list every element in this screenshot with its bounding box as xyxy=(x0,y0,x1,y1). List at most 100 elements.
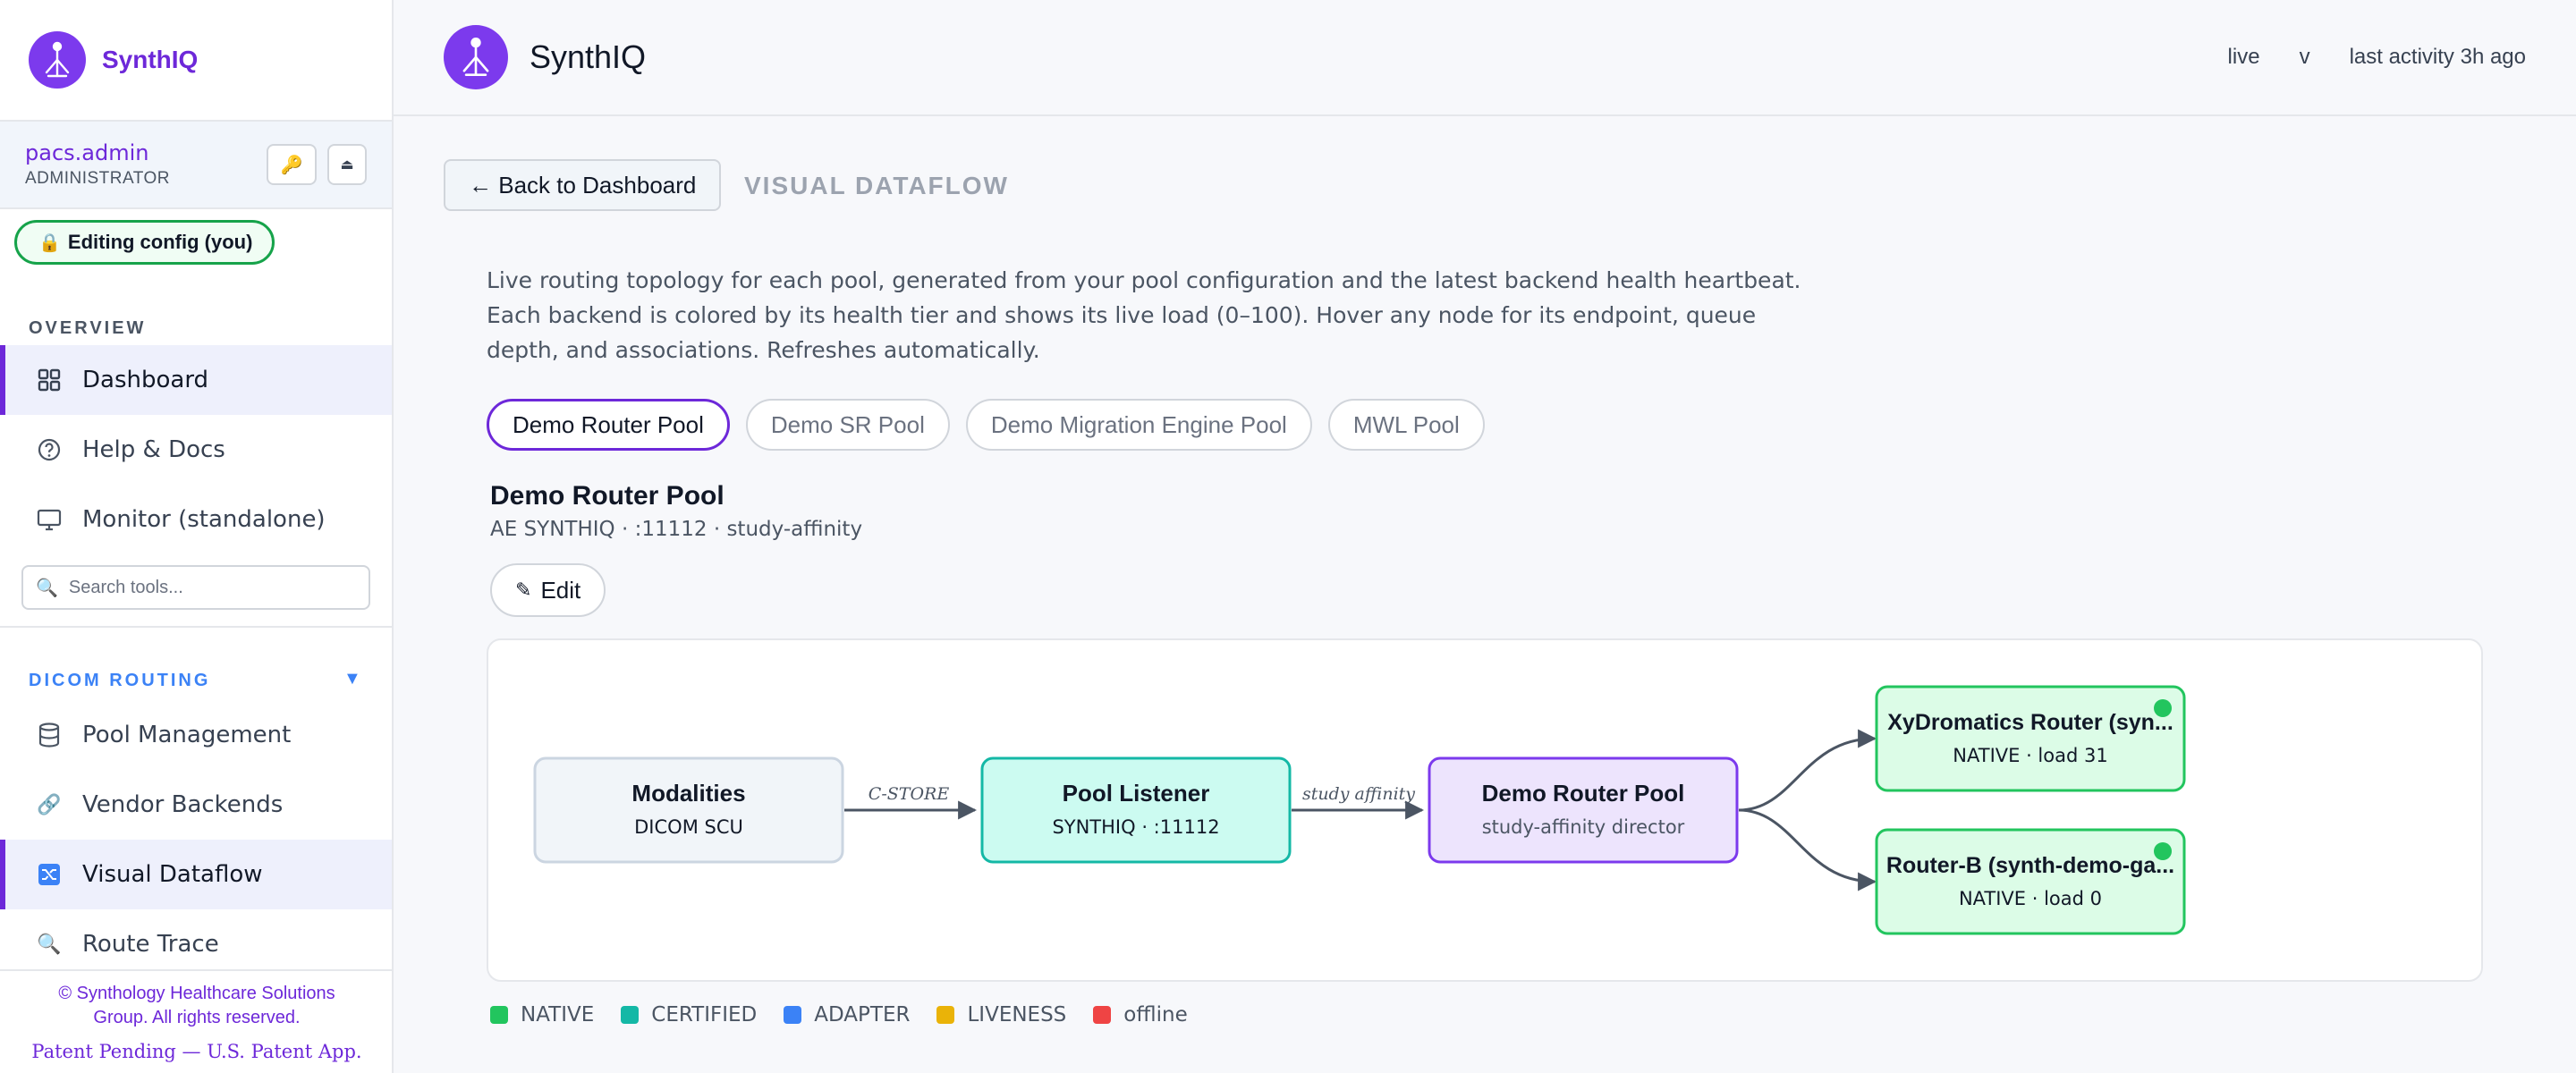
node-pool-listener[interactable]: Pool Listener SYNTHIQ · :11112 xyxy=(980,756,1292,864)
legend-label: NATIVE xyxy=(521,1003,595,1027)
edit-label: Edit xyxy=(540,576,581,604)
legend-swatch xyxy=(784,1006,802,1024)
dataflow-canvas: C-STORE study affinity Modalities DICOM … xyxy=(487,638,2483,982)
view-title: VISUAL DATAFLOW xyxy=(744,172,1009,199)
status-bar: live v last activity 3h ago xyxy=(2228,45,2526,70)
sidebar-item-label: Monitor (standalone) xyxy=(82,506,326,533)
synthiq-logo-icon xyxy=(29,31,86,89)
pool-title: Demo Router Pool xyxy=(490,481,724,511)
legend-swatch xyxy=(936,1006,955,1024)
sidebar-item-pool-management[interactable]: Pool Management xyxy=(0,700,392,770)
edge-label-study-affinity: study affinity xyxy=(1302,784,1415,804)
sidebar-item-dashboard[interactable]: Dashboard xyxy=(0,345,392,415)
tab-demo-sr-pool[interactable]: Demo SR Pool xyxy=(745,399,950,451)
node-subtitle: NATIVE · load 31 xyxy=(1953,745,2107,766)
overview-section-label: OVERVIEW xyxy=(29,318,147,338)
sidebar-item-label: Help & Docs xyxy=(82,436,225,463)
legend-swatch xyxy=(490,1006,508,1024)
last-activity: last activity 3h ago xyxy=(2349,45,2526,69)
health-legend: NATIVE CERTIFIED ADAPTER LIVENESS offlin… xyxy=(490,1003,1188,1027)
node-title: Router-B (synth-demo-ga... xyxy=(1886,853,2174,878)
pool-tabs: Demo Router Pool Demo SR Pool Demo Migra… xyxy=(487,399,1485,451)
live-status: live xyxy=(2227,45,2260,69)
key-icon: 🔑 xyxy=(280,155,303,175)
edit-pool-button[interactable]: ✎ Edit xyxy=(490,563,606,617)
sidebar: SynthIQ pacs.admin ADMINISTRATOR 🔑 ⏏ 🔒 E… xyxy=(0,0,394,1073)
pool-meta: AE SYNTHIQ · :11112 · study-affinity xyxy=(490,518,863,541)
user-panel: pacs.admin ADMINISTRATOR 🔑 ⏏ xyxy=(0,122,392,209)
monitor-icon xyxy=(36,506,63,533)
edge-director-backend2 xyxy=(1738,808,1877,891)
search-icon: 🔍 xyxy=(36,578,58,598)
node-subtitle: NATIVE · load 0 xyxy=(1959,888,2102,909)
tab-demo-migration-engine-pool[interactable]: Demo Migration Engine Pool xyxy=(965,399,1312,451)
dataflow-description: Live routing topology for each pool, gen… xyxy=(487,267,1801,363)
help-icon xyxy=(36,436,63,463)
node-backend-xydromatics[interactable]: XyDromatics Router (syn... NATIVE · load… xyxy=(1875,685,2186,792)
search-placeholder: Search tools... xyxy=(68,577,183,597)
grid-icon xyxy=(36,367,63,393)
tab-mwl-pool[interactable]: MWL Pool xyxy=(1327,399,1485,451)
node-title: XyDromatics Router (syn... xyxy=(1887,710,2174,735)
node-subtitle: DICOM SCU xyxy=(634,816,743,838)
version-label: v xyxy=(2299,45,2310,69)
shuffle-icon xyxy=(36,861,63,888)
copyright-text: © Synthology Healthcare Solutions Group.… xyxy=(58,984,335,1027)
sidebar-brand[interactable]: SynthIQ xyxy=(0,0,392,122)
sidebar-item-label: Visual Dataflow xyxy=(82,861,263,888)
sidebar-footer: © Synthology Healthcare Solutions Group.… xyxy=(0,969,392,1073)
legend-label: ADAPTER xyxy=(814,1003,911,1027)
sidebar-divider xyxy=(0,626,392,628)
node-title: Pool Listener xyxy=(1063,780,1210,807)
legend-label: CERTIFIED xyxy=(651,1003,758,1027)
sidebar-item-help-docs[interactable]: Help & Docs xyxy=(0,415,392,485)
database-icon xyxy=(36,722,63,748)
sidebar-item-monitor[interactable]: Monitor (standalone) xyxy=(0,485,392,554)
edge-director-backend1 xyxy=(1738,729,1877,812)
page-title: SynthIQ xyxy=(530,38,647,75)
node-backend-router-b[interactable]: Router-B (synth-demo-ga... NATIVE · load… xyxy=(1875,828,2186,935)
node-subtitle: study-affinity director xyxy=(1482,816,1685,838)
user-role: ADMINISTRATOR xyxy=(25,169,171,188)
editing-config-label: Editing config (you) xyxy=(67,231,253,253)
legend-swatch xyxy=(1093,1006,1112,1024)
sidebar-item-label: Vendor Backends xyxy=(82,791,284,818)
magnifier-icon: 🔍 xyxy=(37,933,62,956)
user-name: pacs.admin xyxy=(25,140,149,165)
link-icon: 🔗 xyxy=(37,793,62,816)
node-title: Demo Router Pool xyxy=(1482,780,1685,807)
eject-button[interactable]: ⏏ xyxy=(327,144,367,185)
synthiq-logo-icon xyxy=(444,25,508,89)
key-button[interactable]: 🔑 xyxy=(267,144,317,185)
node-pool-director[interactable]: Demo Router Pool study-affinity director xyxy=(1428,756,1739,864)
legend-label: LIVENESS xyxy=(967,1003,1067,1027)
legend-label: offline xyxy=(1123,1003,1188,1027)
brand-name: SynthIQ xyxy=(102,46,199,73)
dicom-routing-section-label[interactable]: DICOM ROUTING xyxy=(29,671,210,691)
lock-icon: 🔒 xyxy=(38,232,61,253)
node-title: Modalities xyxy=(631,780,745,807)
pencil-icon: ✎ xyxy=(515,579,532,601)
legend-item: CERTIFIED xyxy=(621,1003,757,1027)
patent-text: Patent Pending — U.S. Patent App. xyxy=(31,1041,362,1062)
caret-down-icon[interactable]: ▼ xyxy=(343,669,361,689)
legend-item: offline xyxy=(1093,1003,1188,1027)
legend-item: ADAPTER xyxy=(784,1003,910,1027)
main-content: ← Back to Dashboard VISUAL DATAFLOW Live… xyxy=(394,116,2576,1073)
sidebar-item-vendor-backends[interactable]: 🔗 Vendor Backends xyxy=(0,770,392,840)
node-subtitle: SYNTHIQ · :11112 xyxy=(1052,816,1219,838)
sidebar-item-label: Route Trace xyxy=(82,931,219,958)
editing-config-badge[interactable]: 🔒 Editing config (you) xyxy=(14,220,275,265)
legend-item: NATIVE xyxy=(490,1003,594,1027)
sidebar-item-label: Pool Management xyxy=(82,722,292,748)
eject-icon: ⏏ xyxy=(340,157,354,173)
sidebar-item-visual-dataflow[interactable]: Visual Dataflow xyxy=(0,840,392,909)
tool-search-input[interactable]: 🔍 Search tools... xyxy=(21,565,370,610)
sidebar-item-label: Dashboard xyxy=(82,367,209,393)
node-modalities[interactable]: Modalities DICOM SCU xyxy=(533,756,844,864)
tab-demo-router-pool[interactable]: Demo Router Pool xyxy=(487,399,730,451)
back-to-dashboard-button[interactable]: ← Back to Dashboard xyxy=(444,159,722,211)
legend-swatch xyxy=(621,1006,640,1024)
top-bar: SynthIQ live v last activity 3h ago xyxy=(394,0,2576,116)
legend-item: LIVENESS xyxy=(936,1003,1066,1027)
